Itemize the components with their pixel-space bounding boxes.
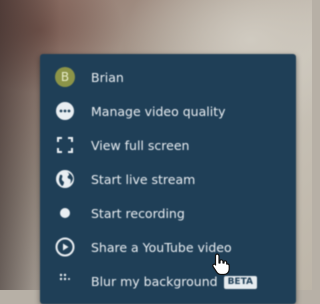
menu-item-label: View full screen — [91, 137, 190, 153]
menu-item-label: Start live stream — [91, 171, 196, 187]
menu-item-label: Start recording — [91, 205, 185, 221]
hand-pointer-icon — [210, 252, 232, 276]
settings-dots-icon — [53, 99, 77, 123]
menu-item-manage-video-quality[interactable]: Manage video quality — [40, 94, 296, 128]
avatar: B — [55, 67, 75, 87]
record-dot-icon — [53, 201, 77, 225]
avatar-icon: B — [53, 65, 77, 89]
menu-item-share-youtube-video[interactable]: Share a YouTube video — [40, 230, 296, 264]
menu-item-start-live-stream[interactable]: Start live stream — [40, 162, 296, 196]
options-menu: B Brian Manage video quality View full s… — [40, 54, 296, 304]
blur-icon — [53, 269, 77, 293]
menu-item-label: Blur my background BETA — [91, 274, 257, 289]
beta-badge: BETA — [223, 275, 257, 289]
fullscreen-icon — [53, 133, 77, 157]
play-circle-icon — [53, 235, 77, 259]
globe-icon — [53, 167, 77, 191]
menu-item-label: Manage video quality — [91, 103, 226, 119]
blur-label-text: Blur my background — [91, 273, 218, 289]
menu-item-label: Brian — [91, 69, 124, 85]
menu-item-blur-background[interactable]: Blur my background BETA — [40, 264, 296, 298]
menu-item-view-full-screen[interactable]: View full screen — [40, 128, 296, 162]
menu-item-profile[interactable]: B Brian — [40, 60, 296, 94]
menu-item-start-recording[interactable]: Start recording — [40, 196, 296, 230]
